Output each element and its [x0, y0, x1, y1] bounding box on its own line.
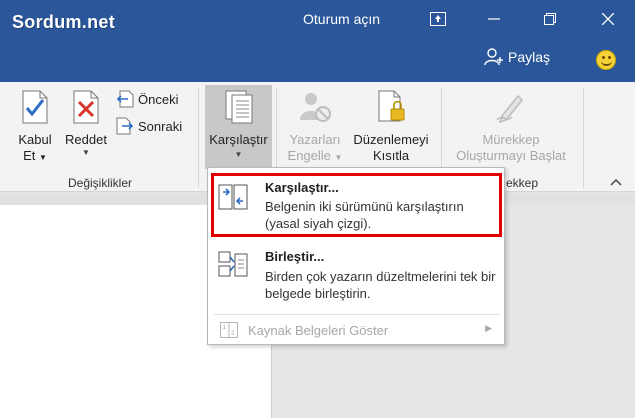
reject-document-icon — [73, 90, 99, 124]
next-change-icon — [116, 117, 134, 135]
share-button[interactable]: Paylaş — [484, 48, 550, 66]
document-lock-icon — [378, 90, 405, 122]
pen-icon — [496, 94, 524, 124]
menu-item-show-source-documents[interactable]: 12 Kaynak Belgeleri Göster ▶ — [220, 320, 502, 340]
chevron-down-icon: ▼ — [234, 150, 243, 159]
combine-documents-icon — [218, 251, 248, 277]
feedback-smiley-icon[interactable] — [596, 50, 616, 70]
group-separator — [198, 88, 199, 188]
menu-separator — [214, 314, 500, 315]
restore-button[interactable] — [530, 4, 570, 34]
previous-change-icon — [116, 90, 134, 108]
restrict-editing-button[interactable]: Düzenlemeyi Kısıtla — [346, 90, 436, 164]
previous-change-button[interactable]: Önceki — [116, 90, 178, 108]
compare-dropdown-menu: Karşılaştır... Belgenin iki sürümünü kar… — [207, 167, 505, 345]
person-add-icon — [484, 48, 503, 66]
share-label: Paylaş — [508, 49, 551, 65]
accept-button[interactable]: Kabul Et ▼ — [14, 90, 56, 166]
group-separator — [583, 88, 584, 188]
changes-group-label: Değişiklikler — [68, 176, 133, 190]
collapse-ribbon-chevron-up-icon[interactable] — [610, 177, 622, 189]
menu-item-combine[interactable]: Birleştir... Birden çok yazarın düzeltme… — [208, 244, 506, 310]
accept-document-icon — [22, 90, 48, 124]
chevron-right-icon: ▶ — [485, 323, 492, 333]
ink-group-label: ekkep — [506, 176, 539, 190]
reject-button[interactable]: Reddet ▼ — [63, 90, 109, 158]
source-documents-icon: 12 — [220, 322, 238, 338]
close-icon — [602, 13, 614, 25]
sign-in-link[interactable]: Oturum açın — [303, 11, 380, 27]
next-change-button[interactable]: Sonraki — [116, 117, 182, 135]
block-authors-icon — [300, 93, 331, 122]
ribbon-display-icon — [430, 12, 446, 26]
compare-documents-icon — [225, 90, 252, 124]
compare-documents-icon — [218, 184, 248, 210]
minimize-button[interactable] — [474, 4, 514, 34]
close-button[interactable] — [588, 4, 628, 34]
start-inking-button[interactable]: Mürekkep Oluşturmayı Başlat — [444, 90, 578, 164]
site-logo: Sordum.net — [12, 12, 116, 32]
menu-item-compare[interactable]: Karşılaştır... Belgenin iki sürümünü kar… — [208, 176, 506, 238]
title-bar: Sordum.net Oturum açın Paylaş — [0, 0, 635, 82]
ribbon-display-options-button[interactable] — [418, 4, 458, 34]
chevron-down-icon: ▼ — [82, 148, 90, 157]
compare-button[interactable]: Karşılaştır ▼ — [205, 90, 272, 160]
minimize-icon — [488, 18, 500, 20]
restore-icon — [544, 13, 556, 25]
block-authors-button[interactable]: Yazarları Engelle ▼ — [284, 90, 346, 166]
